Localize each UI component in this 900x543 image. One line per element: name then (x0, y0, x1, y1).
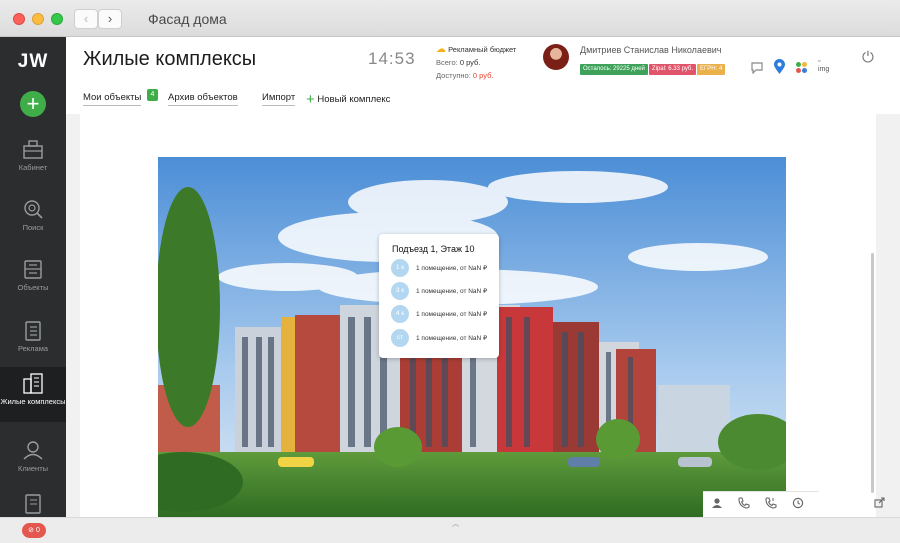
sidebar-item-objects[interactable]: Объекты (0, 254, 66, 299)
clipboard-icon (25, 321, 41, 341)
search-icon (24, 200, 43, 219)
budget-available-value: 0 руб. (472, 71, 494, 80)
sidebar-item-label: Реклама (17, 344, 49, 353)
window-title: Фасад дома (148, 11, 227, 27)
chat-icon[interactable] (750, 61, 764, 77)
apartment-row[interactable]: 1 к 1 помещение, от NaN ₽ (391, 259, 495, 277)
popup-title: Подъезд 1, Этаж 10 (392, 244, 475, 254)
tab-import[interactable]: Импорт (262, 92, 296, 106)
phone-incoming-icon[interactable] (765, 497, 777, 512)
apartment-row[interactable]: 4 к 1 помещение, от NaN ₽ (391, 305, 495, 323)
my-objects-count-badge: 4 (147, 89, 158, 101)
minimize-window-button[interactable] (32, 13, 44, 25)
room-type-badge: ст (391, 329, 409, 347)
sidebar-item-ads[interactable]: Реклама (0, 315, 66, 360)
chevron-up-icon[interactable]: ⌃ (448, 522, 463, 535)
page-title: Жилые комплексы (83, 48, 257, 70)
apps-icon[interactable] (795, 61, 808, 77)
sidebar-item-label: Объекты (17, 283, 49, 292)
external-link-icon[interactable] (874, 497, 885, 511)
phone-icon[interactable] (738, 497, 750, 512)
alerts-button[interactable]: ⊘ 0 (22, 523, 46, 538)
days-left-badge: Осталось: 29225 дней (580, 64, 648, 75)
sidebar-item-clients[interactable]: Клиенты (0, 435, 66, 480)
new-complex-label: Новый комплекс (317, 94, 391, 105)
room-type-badge: 3 к (391, 282, 409, 300)
apartment-row-text: 1 помещение, от NaN ₽ (416, 335, 488, 342)
footer-bar: ⊘ 0 ⌃ (0, 517, 900, 543)
room-type-badge: 4 к (391, 305, 409, 323)
apartment-row-text: 1 помещение, от NaN ₽ (416, 311, 488, 318)
floor-popup: Подъезд 1, Этаж 10 1 к 1 помещение, от N… (379, 234, 499, 358)
power-icon[interactable]: ⏻ (862, 49, 874, 66)
sidebar: JW + Кабинет Поиск Объекты Реклама Жилые… (0, 37, 66, 517)
img-placeholder-text: img (818, 66, 830, 73)
tab-archive[interactable]: Архив объектов (168, 92, 238, 106)
briefcase-icon (23, 140, 43, 159)
apartment-row[interactable]: 3 к 1 помещение, от NaN ₽ (391, 282, 495, 300)
sidebar-item-label: Клиенты (17, 464, 49, 473)
clock: 14:53 (368, 49, 416, 68)
broken-image-icon: ▫ (818, 58, 821, 65)
ad-budget[interactable]: ☁ Рекламный бюджет Всего: 0 руб. Доступн… (436, 43, 516, 82)
forward-button[interactable]: › (98, 9, 122, 29)
user-badges: Осталось: 29225 дней Zipal: 6.33 руб. ЕГРН… (580, 64, 726, 82)
chevron-left-icon: ‹ (83, 11, 89, 26)
sidebar-item-label: Поиск (22, 223, 44, 232)
budget-total-label: Всего: (436, 58, 458, 67)
broken-image-placeholder: ▫ img (818, 58, 829, 74)
zipal-balance-badge: Zipal: 6.33 руб. (648, 64, 697, 75)
sidebar-item-list[interactable] (0, 489, 66, 517)
header: Жилые комплексы 14:53 ☁ Рекламный бюджет… (66, 37, 900, 114)
tab-my-objects[interactable]: Мои объекты (83, 92, 142, 106)
sidebar-item-label: Кабинет (18, 163, 48, 172)
apartment-row[interactable]: ст 1 помещение, от NaN ₽ (391, 329, 495, 347)
new-complex-button[interactable]: + Новый комплекс (306, 89, 391, 108)
app-logo[interactable]: JW (0, 51, 66, 73)
add-button[interactable]: + (20, 91, 46, 117)
buildings-icon (23, 373, 43, 394)
vertical-scrollbar[interactable] (871, 253, 874, 493)
alerts-count: 0 (35, 527, 40, 534)
apartment-row-text: 1 помещение, от NaN ₽ (416, 288, 488, 295)
user-call-icon[interactable] (711, 497, 723, 512)
egrn-badge: ЕГРН: 4 (697, 64, 726, 75)
clock-icon[interactable] (792, 497, 804, 512)
sidebar-item-complexes[interactable]: Жилые комплексы (0, 367, 66, 422)
apartment-row-text: 1 помещение, от NaN ₽ (416, 265, 488, 272)
alert-icon: ⊘ (28, 527, 34, 534)
sidebar-item-cabinet[interactable]: Кабинет (0, 134, 66, 179)
budget-available-label: Доступно: (436, 71, 471, 80)
inbox-icon (24, 260, 42, 279)
cloud-icon: ☁ (436, 44, 446, 55)
sidebar-item-label: Жилые комплексы (0, 397, 66, 406)
window-titlebar: ‹ › Фасад дома (0, 0, 900, 37)
close-window-button[interactable] (13, 13, 25, 25)
avatar[interactable] (543, 44, 569, 70)
plus-icon: + (306, 91, 315, 108)
back-button[interactable]: ‹ (74, 9, 98, 29)
budget-title: Рекламный бюджет (448, 45, 517, 54)
zoom-window-button[interactable] (51, 13, 63, 25)
location-icon[interactable] (773, 59, 786, 78)
sidebar-item-search[interactable]: Поиск (0, 194, 66, 239)
budget-total-value: 0 руб. (459, 58, 481, 67)
call-toolbar (703, 491, 819, 517)
user-name[interactable]: Дмитриев Станислав Николаевич (580, 45, 721, 55)
chevron-right-icon: › (107, 11, 113, 26)
room-type-badge: 1 к (391, 259, 409, 277)
clients-icon (23, 441, 43, 460)
list-icon (25, 494, 41, 514)
